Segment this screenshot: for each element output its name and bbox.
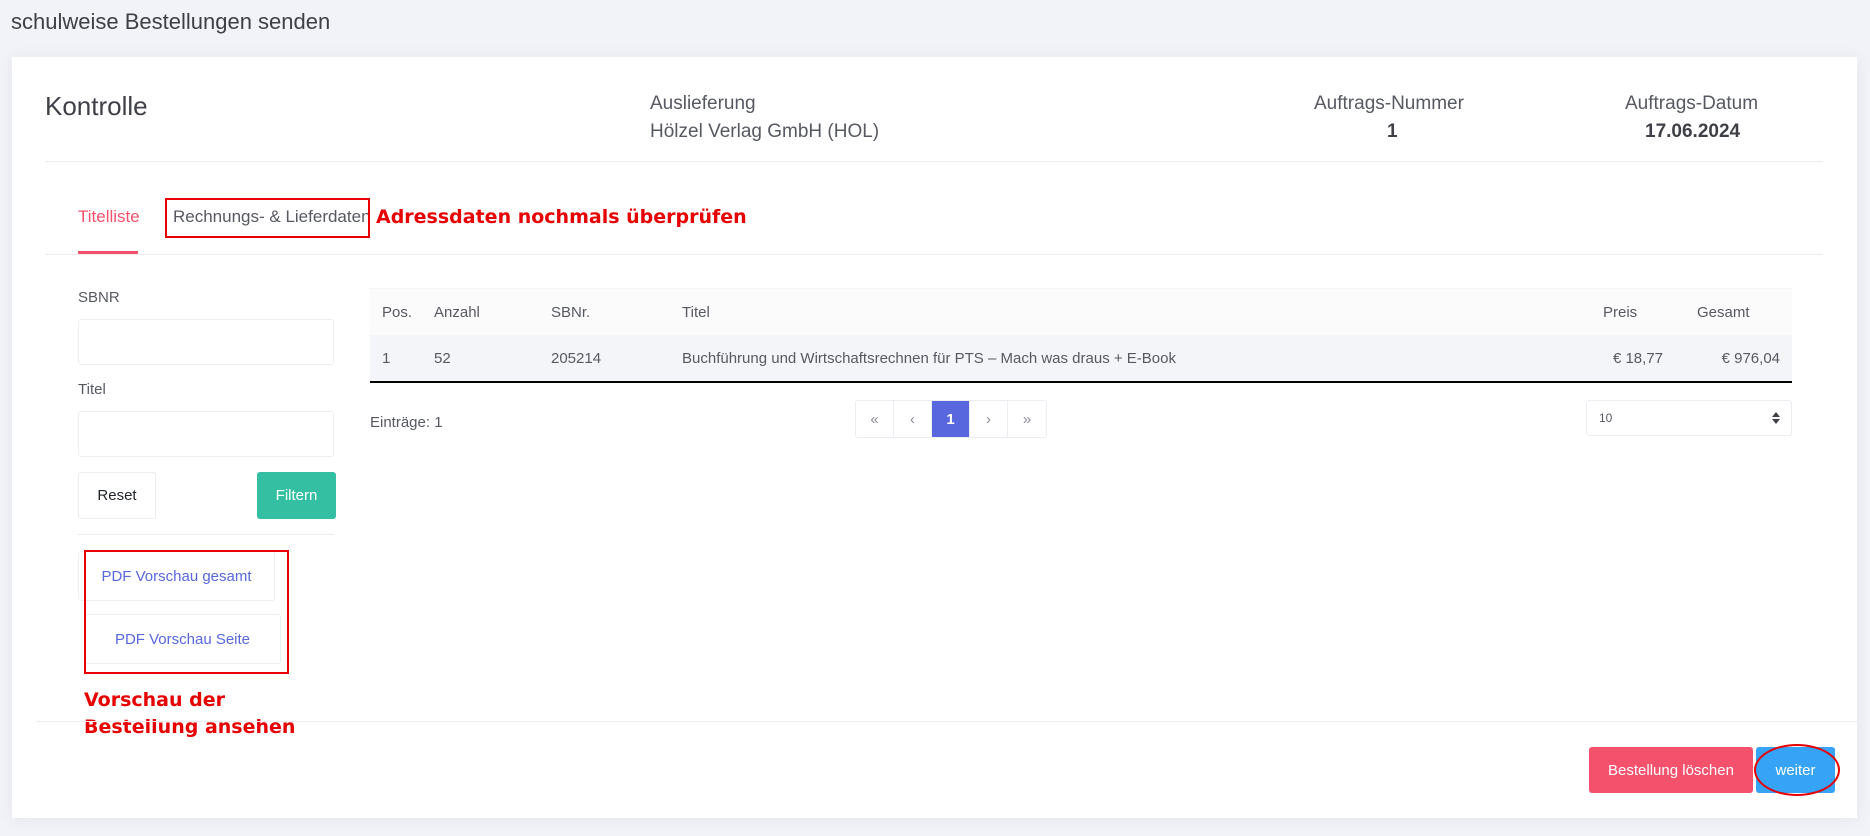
auftrag-datum-label: Auftrags-Datum	[1625, 93, 1759, 114]
next-page-button[interactable]: ›	[970, 401, 1008, 437]
pdf-annotation: Vorschau der Bestellung ansehen	[84, 689, 296, 738]
page-size-select[interactable]: 10	[1586, 400, 1792, 436]
col-gesamt: Gesamt	[1697, 303, 1750, 321]
auslieferung-value: Hölzel Verlag GmbH (HOL)	[650, 121, 880, 142]
page-size-value: 10	[1599, 411, 1613, 425]
prev-page-button[interactable]: ‹	[894, 401, 932, 437]
auftrag-nr-label: Auftrags-Nummer	[1314, 93, 1464, 114]
last-page-button[interactable]: »	[1008, 401, 1046, 437]
titel-input[interactable]	[78, 411, 334, 457]
cell-pos: 1	[382, 349, 391, 367]
tabs-divider	[45, 254, 1823, 255]
col-pos: Pos.	[382, 303, 413, 321]
cell-preis: € 18,77	[1612, 349, 1663, 367]
table-row[interactable]: 1 52 205214 Buchführung und Wirtschaftsr…	[370, 335, 1792, 383]
cell-anzahl: 52	[434, 349, 451, 367]
filter-button[interactable]: Filtern	[257, 472, 336, 519]
order-table: Pos. Anzahl SBNr. Titel Preis Gesamt 1 5…	[370, 288, 1792, 383]
auftrag-datum-value: 17.06.2024	[1645, 121, 1741, 142]
cell-sbnr: 205214	[551, 349, 602, 367]
reset-button[interactable]: Reset	[78, 472, 156, 519]
auslieferung-label: Auslieferung	[650, 93, 756, 114]
pdf-highlight-box	[84, 550, 289, 674]
next-highlight-circle	[1754, 744, 1840, 796]
sort-caret-icon	[1771, 410, 1781, 429]
tab-highlight-box	[165, 198, 370, 238]
sbnr-label: SBNR	[78, 289, 120, 306]
cell-gesamt: € 976,04	[1721, 349, 1780, 367]
cell-titel: Buchführung und Wirtschaftsrechnen für P…	[682, 349, 1176, 367]
page-title: schulweise Bestellungen senden	[11, 9, 331, 34]
tab-annotation: Adressdaten nochmals überprüfen	[376, 206, 747, 228]
pagination: « ‹ 1 › »	[855, 400, 1047, 438]
col-preis: Preis	[1603, 303, 1638, 321]
section-title: Kontrolle	[45, 91, 148, 121]
tab-titelliste[interactable]: Titelliste	[78, 207, 140, 227]
table-header: Pos. Anzahl SBNr. Titel Preis Gesamt	[370, 288, 1792, 335]
col-titel: Titel	[682, 303, 710, 321]
header-divider	[45, 161, 1823, 162]
first-page-button[interactable]: «	[856, 401, 894, 437]
page-1-button[interactable]: 1	[932, 401, 970, 437]
col-sbnr: SBNr.	[551, 303, 591, 321]
sbnr-input[interactable]	[78, 319, 334, 365]
order-card: Kontrolle Auslieferung Hölzel Verlag Gmb…	[12, 57, 1857, 818]
entries-count: Einträge: 1	[370, 414, 443, 431]
filter-divider	[78, 534, 334, 535]
footer-divider	[36, 721, 1857, 722]
auftrag-nr-value: 1	[1387, 121, 1398, 142]
col-anzahl: Anzahl	[434, 303, 480, 321]
titel-label: Titel	[78, 381, 106, 398]
delete-order-button[interactable]: Bestellung löschen	[1589, 747, 1753, 793]
